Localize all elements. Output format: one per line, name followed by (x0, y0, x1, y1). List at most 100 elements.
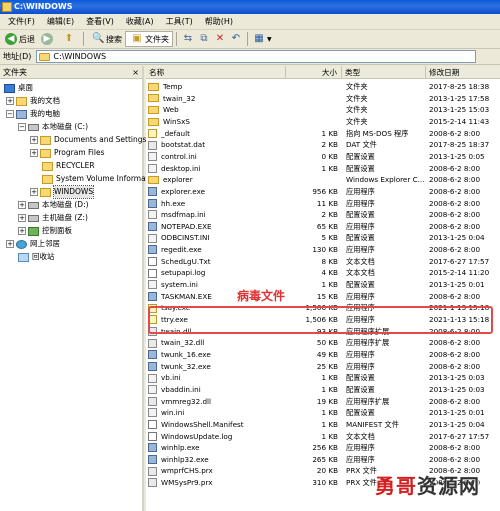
menu-favorites[interactable]: 收藏(A) (120, 16, 160, 27)
file-row[interactable]: twain_32 文件夹 2013-1-25 17:58 (146, 93, 500, 105)
file-name-cell: explorer (148, 174, 285, 186)
collapse-icon[interactable]: − (18, 123, 26, 131)
address-input[interactable]: C:\WINDOWS (36, 50, 477, 63)
file-size: 1 KB (321, 280, 338, 290)
file-row[interactable]: twain_32.dll 50 KB 应用程序扩展 2008-6-2 8:00 (146, 337, 500, 349)
menu-bar: 文件(F) 编辑(E) 查看(V) 收藏(A) 工具(T) 帮助(H) (0, 14, 500, 30)
file-row[interactable]: explorer Windows Explorer C... 2008-6-2 8:… (146, 174, 500, 186)
expand-icon[interactable]: + (30, 188, 38, 196)
tree-item-network[interactable]: + 网上邻居 (6, 238, 60, 250)
file-type: 文件夹 (346, 93, 368, 103)
tree-item-control-panel[interactable]: + 控制面板 (18, 225, 72, 237)
file-row[interactable]: control.ini 0 KB 配置设置 2013-1-25 0:05 (146, 151, 500, 163)
copy-to-icon[interactable]: ⧉ (198, 33, 210, 45)
up-folder-icon: ⬆ (64, 33, 74, 44)
file-row[interactable]: vmmreg32.dll 19 KB 应用程序扩展 2008-6-2 8:00 (146, 396, 500, 408)
file-row[interactable]: ODBCINST.INI 5 KB 配置设置 2013-1-25 0:04 (146, 232, 500, 244)
expand-icon[interactable]: + (30, 136, 38, 144)
back-button[interactable]: ◀ 后退 (2, 31, 38, 47)
expand-icon[interactable]: + (6, 240, 14, 248)
file-row[interactable]: setupapi.log 4 KB 文本文档 2015-2-14 11:20 (146, 267, 500, 279)
expand-icon[interactable]: + (18, 227, 26, 235)
file-row[interactable]: system.ini 1 KB 配置设置 2013-1-25 0:01 (146, 279, 500, 291)
tree-item-system-volume-information[interactable]: System Volume Information (42, 173, 160, 185)
file-type: 应用程序 (346, 454, 375, 464)
file-row[interactable]: msdfmap.ini 2 KB 配置设置 2008-6-2 8:00 (146, 209, 500, 221)
file-size: 5 KB (321, 233, 338, 243)
tree-item-program-files[interactable]: + Program Files (30, 147, 105, 159)
file-row[interactable]: win.ini 1 KB 配置设置 2013-1-25 0:01 (146, 407, 500, 419)
file-row[interactable]: SchedLgU.Txt 8 KB 文本文档 2017-6-27 17:57 (146, 256, 500, 268)
file-row[interactable]: hh.exe 11 KB 应用程序 2008-6-2 8:00 (146, 198, 500, 210)
expand-icon[interactable]: + (30, 149, 38, 157)
expand-icon[interactable]: + (6, 97, 14, 105)
file-date: 2013-1-25 15:03 (429, 105, 490, 115)
file-row[interactable]: WindowsShell.Manifest 1 KB MANIFEST 文件 2013… (146, 419, 500, 431)
file-type: 应用程序 (346, 186, 375, 196)
tree-item-label: 本地磁盘 (C:) (42, 122, 88, 131)
file-name-cell: twunk_32.exe (148, 361, 285, 373)
tree-item-documents-and-settings[interactable]: + Documents and Settings (30, 134, 146, 146)
search-button[interactable]: 🔍 搜索 (87, 31, 125, 47)
file-name-cell: bootstat.dat (148, 139, 285, 151)
close-icon[interactable]: × (132, 66, 139, 79)
tree-item-my-documents[interactable]: + 我的文档 (6, 95, 60, 107)
file-row[interactable]: WindowsUpdate.log 1 KB 文本文档 2017-6-27 17:57 (146, 431, 500, 443)
tree-item-recycler[interactable]: RECYCLER (42, 160, 95, 172)
undo-icon[interactable]: ↶ (230, 33, 242, 45)
delete-icon[interactable]: ✕ (214, 33, 226, 45)
file-row[interactable]: TASKMAN.EXE 15 KB 应用程序 2008-6-2 8:00 (146, 291, 500, 303)
txt-file-icon (148, 431, 157, 441)
file-row[interactable]: winhlp32.exe 265 KB 应用程序 2008-6-2 8:00 (146, 454, 500, 466)
folders-icon: ▣ (132, 33, 142, 44)
file-row[interactable]: WinSxS 文件夹 2015-2-14 11:43 (146, 116, 500, 128)
menu-file[interactable]: 文件(F) (2, 16, 41, 27)
up-folder-button[interactable]: ⬆ (58, 31, 80, 47)
views-icon[interactable]: ▦ (253, 33, 265, 45)
column-header-name[interactable]: 名称 (146, 66, 286, 79)
file-row[interactable]: explorer.exe 956 KB 应用程序 2008-6-2 8:00 (146, 186, 500, 198)
file-row[interactable]: twunk_32.exe 25 KB 应用程序 2008-6-2 8:00 (146, 361, 500, 373)
expand-icon[interactable]: + (18, 214, 26, 222)
drive-icon (28, 201, 39, 209)
file-date: 2008-6-2 8:00 (429, 175, 481, 185)
menu-edit[interactable]: 编辑(E) (41, 16, 80, 27)
collapse-icon[interactable]: − (6, 110, 14, 118)
file-row[interactable]: winhlp.exe 256 KB 应用程序 2008-6-2 8:00 (146, 442, 500, 454)
tree-item-my-computer[interactable]: − 我的电脑 (6, 108, 60, 120)
tree-item-drive-c[interactable]: − 本地磁盘 (C:) (18, 121, 88, 133)
file-row[interactable]: vbaddin.ini 1 KB 配置设置 2013-1-25 0:03 (146, 384, 500, 396)
tree-item-windows[interactable]: + WINDOWS (30, 185, 95, 199)
dll-file-icon (148, 478, 157, 488)
column-header-size[interactable]: 大小 (286, 66, 342, 79)
control-panel-icon (28, 226, 39, 236)
file-row[interactable]: _default 1 KB 指向 MS-DOS 程序 2008-6-2 8:00 (146, 128, 500, 140)
tree-item-recycle-bin[interactable]: 回收站 (18, 251, 55, 263)
file-row[interactable]: NOTEPAD.EXE 65 KB 应用程序 2008-6-2 8:00 (146, 221, 500, 233)
views-dropdown-icon[interactable]: ▼ (267, 36, 272, 43)
file-row[interactable]: bootstat.dat 2 KB DAT 文件 2017-8-25 18:37 (146, 139, 500, 151)
file-row[interactable]: Temp 文件夹 2017-8-25 18:38 (146, 81, 500, 93)
column-header-date[interactable]: 修改日期 (426, 66, 500, 79)
forward-button[interactable]: ▶ (38, 31, 58, 47)
menu-tools[interactable]: 工具(T) (160, 16, 199, 27)
file-row[interactable]: twunk_16.exe 49 KB 应用程序 2008-6-2 8:00 (146, 349, 500, 361)
expand-icon[interactable]: + (18, 201, 26, 209)
menu-help[interactable]: 帮助(H) (199, 16, 239, 27)
file-row[interactable]: vb.ini 1 KB 配置设置 2013-1-25 0:03 (146, 372, 500, 384)
address-value: C:\WINDOWS (53, 52, 107, 61)
file-date: 2013-1-25 0:03 (429, 384, 485, 394)
move-to-icon[interactable]: ⇆ (182, 33, 194, 45)
file-row[interactable]: regedit.exe 130 KB 应用程序 2008-6-2 8:00 (146, 244, 500, 256)
column-header-type[interactable]: 类型 (342, 66, 426, 79)
tree-item-drive-d[interactable]: + 本地磁盘 (D:) (18, 199, 89, 211)
file-row[interactable]: Web 文件夹 2013-1-25 15:03 (146, 104, 500, 116)
menu-view[interactable]: 查看(V) (80, 16, 120, 27)
tree-item-desktop[interactable]: 桌面 (4, 82, 33, 94)
file-name: _default (161, 128, 190, 138)
file-size: 25 KB (316, 361, 338, 371)
folders-button[interactable]: ▣ 文件夹 (125, 31, 173, 47)
file-name: vbaddin.ini (161, 384, 201, 394)
file-row[interactable]: desktop.ini 1 KB 配置设置 2008-6-2 8:00 (146, 163, 500, 175)
tree-item-drive-z[interactable]: + 主机磁盘 (Z:) (18, 212, 88, 224)
